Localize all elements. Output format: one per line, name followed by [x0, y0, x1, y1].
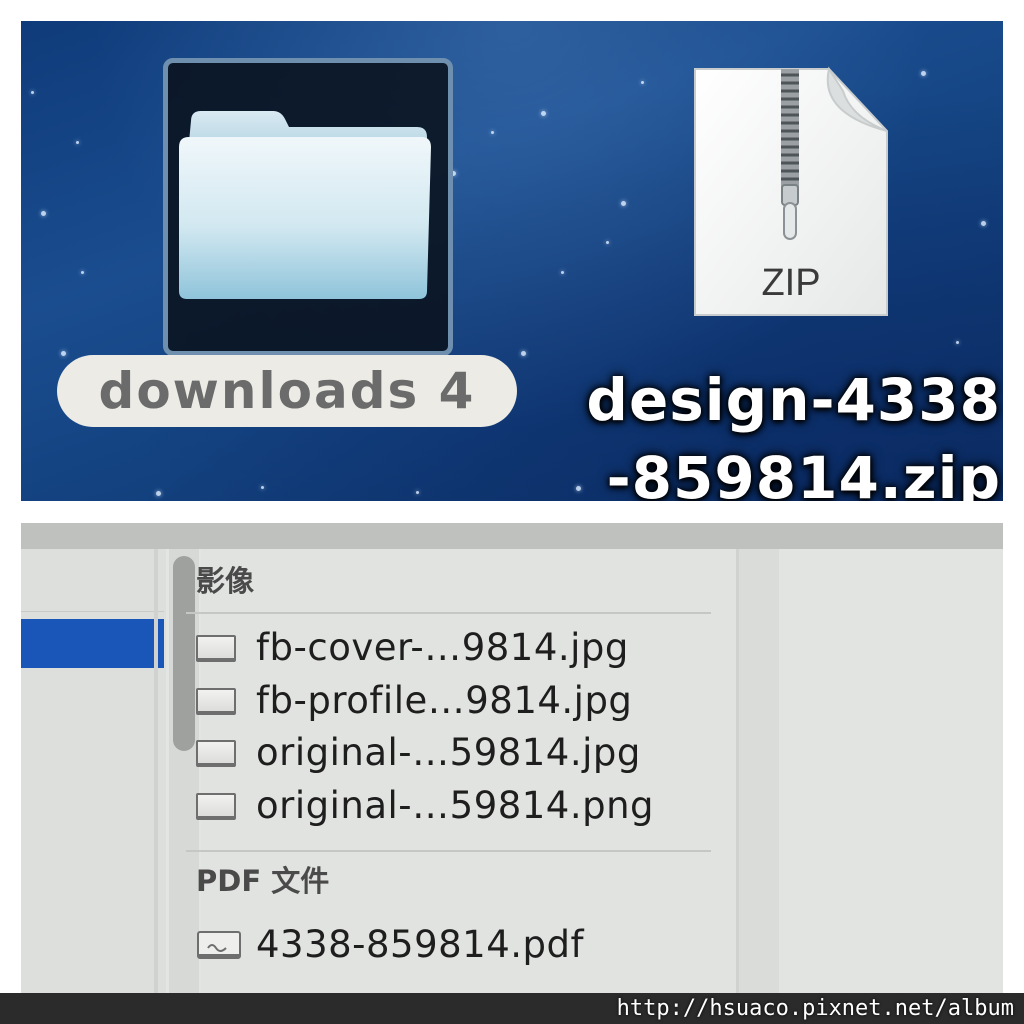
- group-divider: [186, 612, 711, 614]
- star: [561, 271, 564, 274]
- scrollbar-thumb[interactable]: [173, 556, 195, 751]
- watermark-url: http://hsuaco.pixnet.net/album: [616, 996, 1014, 1021]
- zip-badge-text: ZIP: [761, 262, 820, 304]
- zip-name-line-1: design-4338: [586, 366, 1001, 434]
- star: [41, 211, 46, 216]
- star: [156, 491, 161, 496]
- star: [261, 486, 264, 489]
- file-name: original-…59814.jpg: [256, 731, 641, 774]
- image-document-icon: [196, 688, 236, 715]
- downloads-folder-item[interactable]: downloads 4: [51, 55, 521, 455]
- finder-toolbar-edge: [21, 523, 1003, 549]
- group-header-images: 影像: [196, 564, 255, 598]
- zip-name-line-2: -859814.zip: [606, 444, 1001, 501]
- column-divider[interactable]: [154, 549, 158, 993]
- zip-file-name-label[interactable]: design-4338 -859814.zip: [581, 361, 1001, 501]
- star: [416, 491, 419, 494]
- star: [521, 351, 526, 356]
- preview-pane: [779, 549, 1003, 993]
- sidebar-column: [21, 549, 166, 993]
- star: [31, 91, 34, 94]
- zip-file-icon: ZIP: [694, 66, 888, 316]
- sidebar-separator: [21, 611, 164, 612]
- collage-frame: downloads 4 ZIP design-4338 -859814.zip …: [0, 0, 1024, 1024]
- file-name: fb-cover-…9814.jpg: [256, 626, 629, 669]
- group-divider: [186, 850, 711, 852]
- file-name: original-…59814.png: [256, 784, 655, 827]
- desktop-background: downloads 4 ZIP design-4338 -859814.zip: [21, 21, 1003, 501]
- folder-icon: [179, 111, 431, 299]
- zip-file-item[interactable]: ZIP design-4338 -859814.zip: [581, 61, 1001, 501]
- file-name: 4338-859814.pdf: [256, 923, 585, 966]
- watermark-bar: http://hsuaco.pixnet.net/album: [0, 993, 1024, 1024]
- image-document-icon: [196, 635, 236, 662]
- file-name: fb-profile…9814.jpg: [256, 679, 633, 722]
- image-document-icon: [196, 740, 236, 767]
- folder-name-label[interactable]: downloads 4: [57, 355, 517, 427]
- pdf-document-icon: [197, 931, 241, 959]
- sidebar-selected-item[interactable]: [21, 619, 164, 668]
- star: [541, 111, 546, 116]
- group-header-pdf: PDF 文件: [196, 864, 330, 898]
- image-document-icon: [196, 793, 236, 820]
